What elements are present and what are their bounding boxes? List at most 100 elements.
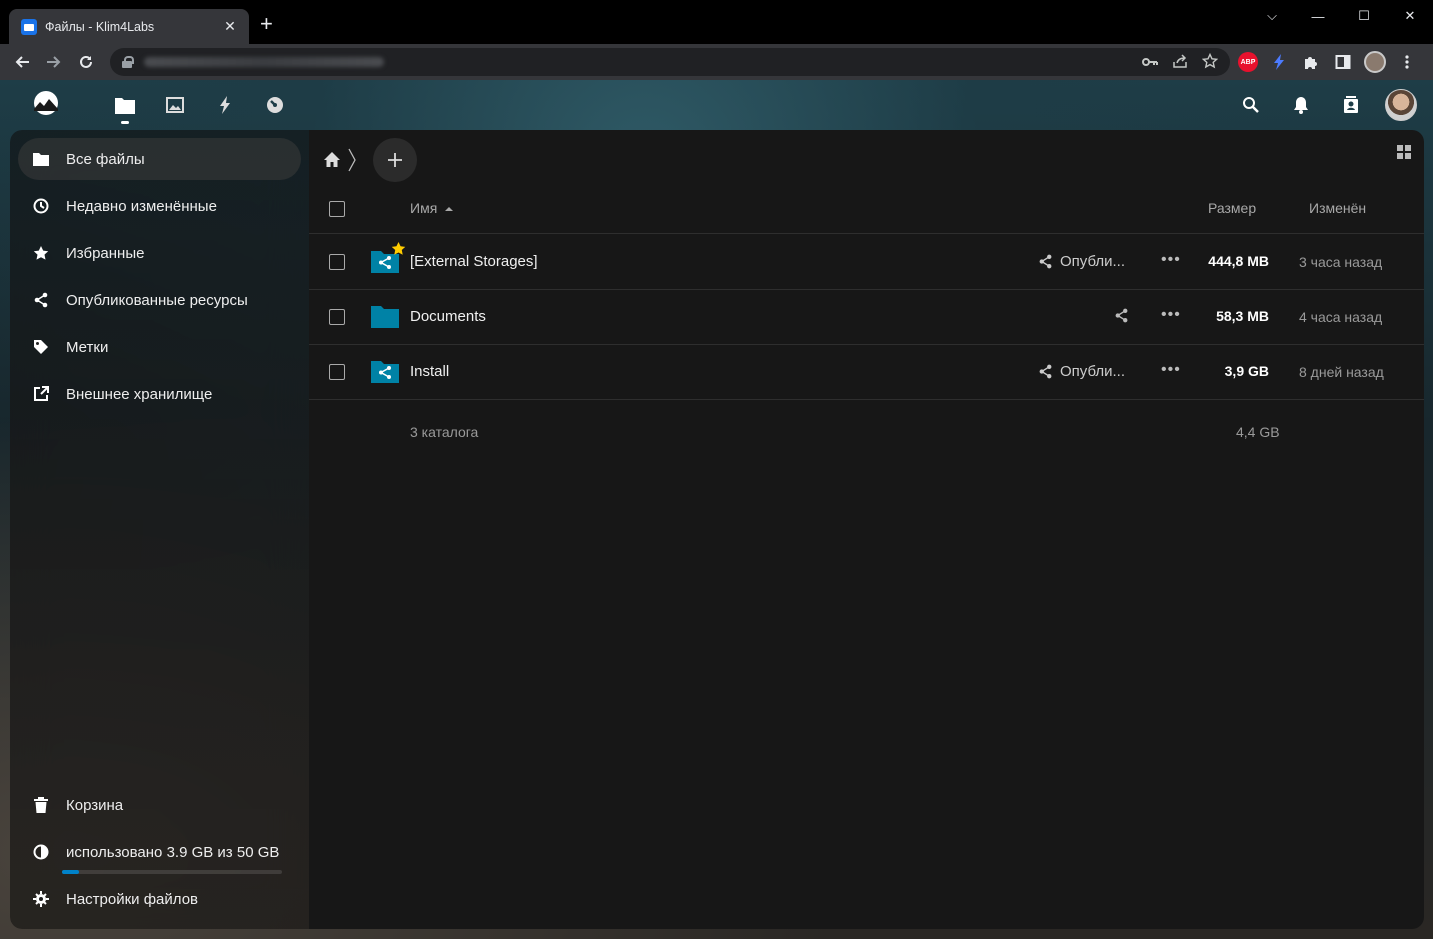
favorite-star-icon <box>391 241 406 261</box>
minimize-button[interactable]: — <box>1295 0 1341 32</box>
more-actions-icon[interactable]: ••• <box>1161 362 1181 378</box>
summary-count: 3 каталога <box>410 424 479 440</box>
file-modified: 8 дней назад <box>1299 364 1384 380</box>
pie-chart-icon <box>32 843 50 861</box>
address-bar[interactable] <box>110 48 1230 76</box>
sort-ascending-icon <box>445 207 454 212</box>
header-name[interactable]: Имя <box>410 200 454 216</box>
nav-recent[interactable]: Недавно изменённые <box>18 185 301 227</box>
key-icon[interactable] <box>1142 54 1158 70</box>
header-modified[interactable]: Изменён <box>1309 200 1366 216</box>
share-label: Опубли... <box>1060 363 1126 380</box>
nav-label: Метки <box>66 338 109 356</box>
row-checkbox[interactable] <box>329 309 345 325</box>
table-row[interactable]: Install Опубли... ••• 3,9 GB 8 дней наза… <box>309 345 1424 400</box>
summary-size: 4,4 GB <box>1236 424 1280 440</box>
share-page-icon[interactable] <box>1172 53 1188 72</box>
bookmark-star-icon[interactable] <box>1201 52 1219 72</box>
file-size: 58,3 MB <box>1216 308 1269 324</box>
adblock-icon[interactable]: ABP <box>1238 52 1258 72</box>
share-icon <box>1115 308 1128 323</box>
table-header: Имя Размер Изменён <box>309 182 1424 234</box>
row-checkbox[interactable] <box>329 364 345 380</box>
more-actions-icon[interactable]: ••• <box>1161 307 1181 323</box>
file-name[interactable]: Documents <box>410 308 486 325</box>
puzzle-extensions-icon[interactable] <box>1300 51 1322 73</box>
nav-trash[interactable]: Корзина <box>18 784 301 826</box>
folder-icon <box>371 302 399 328</box>
new-tab-button[interactable]: + <box>260 13 273 35</box>
star-icon <box>32 244 50 262</box>
notifications-bell-icon[interactable] <box>1285 89 1317 121</box>
lightning-extension-icon[interactable] <box>1268 51 1290 73</box>
external-link-icon <box>32 385 50 403</box>
cloud-logo-icon[interactable] <box>30 90 62 116</box>
omnibox-actions <box>1142 48 1219 76</box>
browser-tab[interactable]: Файлы - Klim4Labs ✕ <box>9 9 249 44</box>
nav-quota[interactable]: использовано 3.9 GB из 50 GB <box>18 831 301 873</box>
forward-arrow-icon[interactable] <box>38 46 70 78</box>
table-row[interactable]: Documents ••• 58,3 MB 4 часа назад <box>309 290 1424 345</box>
nav-label: Все файлы <box>66 150 145 168</box>
file-name[interactable]: Install <box>410 363 449 380</box>
nav-label: Недавно изменённые <box>66 197 217 215</box>
app-menu <box>100 80 300 130</box>
back-arrow-icon[interactable] <box>6 46 38 78</box>
extensions-area: ABP <box>1238 48 1418 76</box>
nextcloud-favicon-icon <box>21 18 37 35</box>
grid-view-icon[interactable] <box>1396 144 1412 160</box>
select-all-checkbox[interactable] <box>329 201 345 217</box>
reload-icon[interactable] <box>70 46 102 78</box>
folder-icon <box>32 150 50 168</box>
home-icon[interactable] <box>323 151 341 169</box>
quota-progress-bar <box>62 870 282 874</box>
lock-icon[interactable] <box>122 56 134 68</box>
share-status-button[interactable]: Опубли... <box>1038 253 1125 270</box>
file-size: 3,9 GB <box>1224 363 1269 379</box>
share-label: Опубли... <box>1060 253 1126 270</box>
share-icon <box>32 291 50 309</box>
nav-all-files[interactable]: Все файлы <box>18 138 301 180</box>
photos-app-icon[interactable] <box>150 80 200 130</box>
contacts-icon[interactable] <box>1335 89 1367 121</box>
nav-favorites[interactable]: Избранные <box>18 232 301 274</box>
file-modified: 4 часа назад <box>1299 309 1383 325</box>
nav-label: Настройки файлов <box>66 890 199 908</box>
nav-tags[interactable]: Метки <box>18 326 301 368</box>
clock-icon <box>32 197 50 215</box>
kebab-menu-icon[interactable] <box>1396 51 1418 73</box>
activity-app-icon[interactable] <box>200 80 250 130</box>
browser-toolbar: ABP <box>0 44 1433 80</box>
files-app-icon[interactable] <box>100 80 150 130</box>
share-status-button[interactable]: Опубли... <box>1038 363 1125 380</box>
nav-external-storage[interactable]: Внешнее хранилище <box>18 373 301 415</box>
close-window-button[interactable]: ✕ <box>1387 0 1433 32</box>
header-size[interactable]: Размер <box>1208 200 1256 216</box>
profile-avatar[interactable] <box>1364 51 1386 73</box>
user-avatar[interactable] <box>1385 89 1417 121</box>
file-name[interactable]: [External Storages] <box>410 253 538 270</box>
nav-shares[interactable]: Опубликованные ресурсы <box>18 279 301 321</box>
share-button[interactable] <box>1114 308 1129 323</box>
dashboard-app-icon[interactable] <box>250 80 300 130</box>
nav-label: Опубликованные ресурсы <box>66 291 248 309</box>
table-row[interactable]: [External Storages] Опубли... ••• 444,8 … <box>309 235 1424 290</box>
tab-search-chevron-icon[interactable]: ⌵ <box>1249 0 1295 32</box>
nav-settings[interactable]: Настройки файлов <box>18 878 301 920</box>
new-file-button[interactable] <box>373 138 417 182</box>
tag-icon <box>32 338 50 356</box>
url-blurred <box>144 57 384 67</box>
quota-progress-fill <box>62 870 80 874</box>
tab-close-icon[interactable]: ✕ <box>221 18 239 35</box>
more-actions-icon[interactable]: ••• <box>1161 252 1181 268</box>
row-checkbox[interactable] <box>329 254 345 270</box>
browser-tabbar: Файлы - Klim4Labs ✕ + ⌵ — ☐ ✕ <box>0 0 1433 44</box>
trash-icon <box>32 796 50 814</box>
window-controls: ⌵ — ☐ ✕ <box>1249 0 1433 32</box>
share-icon <box>1039 254 1052 269</box>
search-icon[interactable] <box>1235 89 1267 121</box>
side-panel-icon[interactable] <box>1332 51 1354 73</box>
maximize-button[interactable]: ☐ <box>1341 0 1387 32</box>
nav-label: Избранные <box>66 244 145 262</box>
nextcloud-header <box>0 80 1433 130</box>
